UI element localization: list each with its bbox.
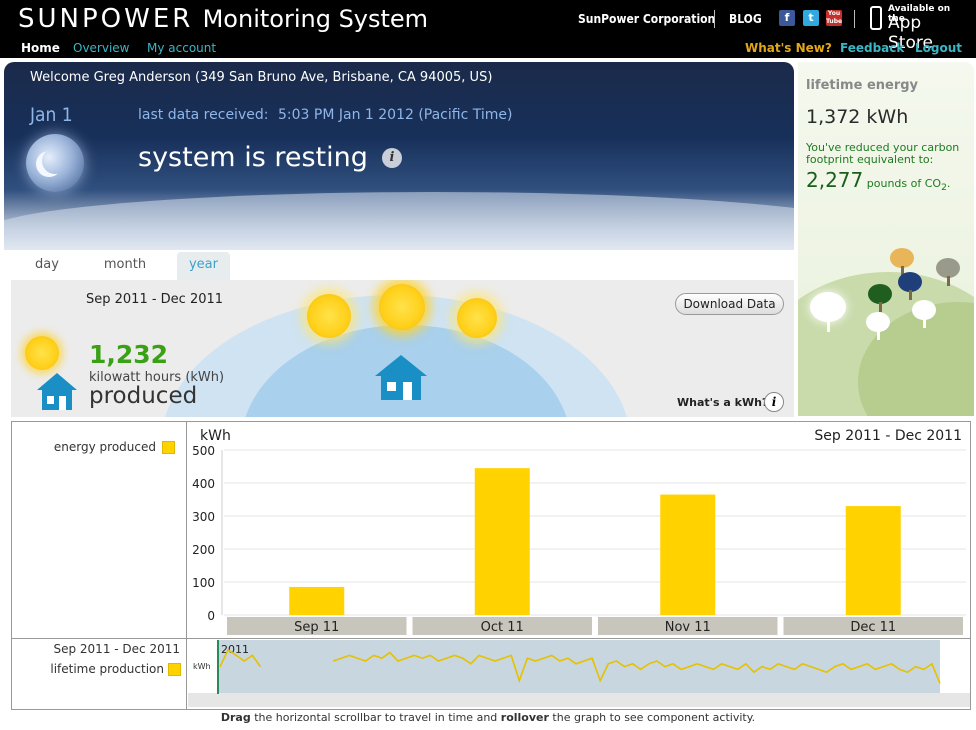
top-bar: SUNPOWER Monitoring System SunPower Corp… [0,0,976,58]
energy-chart-panel: energy produced Sep 2011 - Dec 2011 life… [11,421,971,710]
blog-link[interactable]: BLOG [729,12,762,26]
chart-ylabel: kWh [200,428,231,444]
youtube-glyph: You Tube [826,10,843,25]
y-tick-label: 0 [207,609,215,623]
bar-nov-11[interactable] [660,494,716,615]
legend-range: Sep 2011 - Dec 2011 [53,642,180,656]
twitter-glyph: t [808,11,814,24]
last-data-label: last data received: [138,107,269,123]
sun-icon [25,336,59,370]
chart-title: Sep 2011 - Dec 2011 [814,428,962,444]
y-tick-label: 500 [192,444,215,458]
sunpower-corporation-link[interactable]: SunPower Corporation [578,12,715,26]
moon-icon [26,134,84,192]
nav-my-account[interactable]: My account [147,41,216,55]
scrollbar-hint: Drag the horizontal scrollbar to travel … [0,711,976,724]
separator [854,10,855,28]
co2-value: 2,277 [806,168,864,192]
nav-logout[interactable]: Logout [915,41,962,55]
x-tick-label: Nov 11 [665,620,711,635]
production-summary: Sep 2011 - Dec 2011 1,232 kilowatt hours… [11,280,794,417]
nav-whats-new[interactable]: What's New? [745,41,832,55]
house-icon [37,373,77,410]
co2-reduction: 2,277 pounds of CO2. [806,168,950,193]
bar-dec-11[interactable] [845,506,901,615]
y-tick-label: 200 [192,543,215,557]
legend-energy-produced: energy produced [53,440,156,454]
hint-text-1: the horizontal scrollbar to travel in ti… [250,711,501,724]
welcome-text: Welcome Greg Anderson (349 San Bruno Ave… [30,70,493,85]
lifetime-title: lifetime energy [806,78,919,93]
lifetime-energy-panel: lifetime energy 1,372 kWh You've reduced… [798,62,974,416]
whats-kwh-link[interactable]: What's a kWh? [677,396,768,409]
scroller-window[interactable] [218,640,940,694]
horizontal-scrollbar[interactable] [188,693,970,707]
x-tick-label: Oct 11 [481,620,524,635]
nav-overview[interactable]: Overview [73,41,130,55]
x-tick-label: Sep 11 [294,620,339,635]
sunpower-logo[interactable]: SUNPOWER Monitoring System [18,4,428,34]
youtube-icon[interactable]: You Tube [826,10,842,26]
bar-sep-11[interactable] [289,586,345,615]
y-tick-label: 300 [192,510,215,524]
app-store-badge[interactable]: Available on the App Store [868,4,968,53]
system-status: system is resting [138,142,368,173]
facebook-glyph: f [784,11,790,24]
sun-icon [457,298,497,338]
sun-icon [379,284,425,330]
co2-end: . [946,177,951,190]
phone-icon [870,6,882,30]
nav-home[interactable]: Home [21,41,60,55]
current-date: Jan 1 [30,104,73,126]
status-info-icon[interactable]: i [382,148,402,168]
tab-year[interactable]: year [177,252,230,280]
tab-month[interactable]: month [95,252,155,280]
legend-lifetime-production: lifetime production [50,662,164,676]
mountain-backdrop [4,192,794,250]
separator [714,10,715,28]
y-tick-label: 100 [192,576,215,590]
co2-unit: pounds of CO [866,177,942,190]
bar-chart[interactable]: kWh Sep 2011 - Dec 2011 0 100 200 300 400 500… [188,422,970,638]
production-range: Sep 2011 - Dec 2011 [86,292,224,307]
hint-text-2: the graph to see component activity. [548,711,756,724]
x-tick-label: Dec 11 [850,620,896,635]
house-icon [375,355,427,400]
mini-ylabel: kWh [193,662,211,671]
y-tick-label: 400 [192,477,215,491]
production-label: produced [89,383,198,409]
production-value: 1,232 [89,340,169,369]
twitter-icon[interactable]: t [803,10,819,26]
facebook-icon[interactable]: f [779,10,795,26]
carbon-text: You've reduced your carbon footprint equ… [806,141,960,166]
status-hero: Welcome Greg Anderson (349 San Bruno Ave… [4,62,794,250]
kwh-info-icon[interactable]: i [764,392,784,412]
nav-feedback[interactable]: Feedback [840,41,904,55]
tab-day[interactable]: day [22,252,72,280]
last-data-value: 5:03 PM Jan 1 2012 (Pacific Time) [278,107,513,123]
legend-swatch [162,441,175,454]
logo-brand: SUNPOWER [18,4,194,34]
lifetime-value: 1,372 kWh [806,106,909,128]
hint-rollover: rollover [500,711,549,724]
sun-icon [307,294,351,338]
lifetime-production-scroller[interactable]: 2011 kWh [188,639,970,709]
bar-oct-11[interactable] [474,468,530,615]
logo-product: Monitoring System [202,5,429,33]
legend-swatch [168,663,181,676]
download-data-button[interactable]: Download Data [675,293,784,315]
hint-drag: Drag [220,711,251,724]
